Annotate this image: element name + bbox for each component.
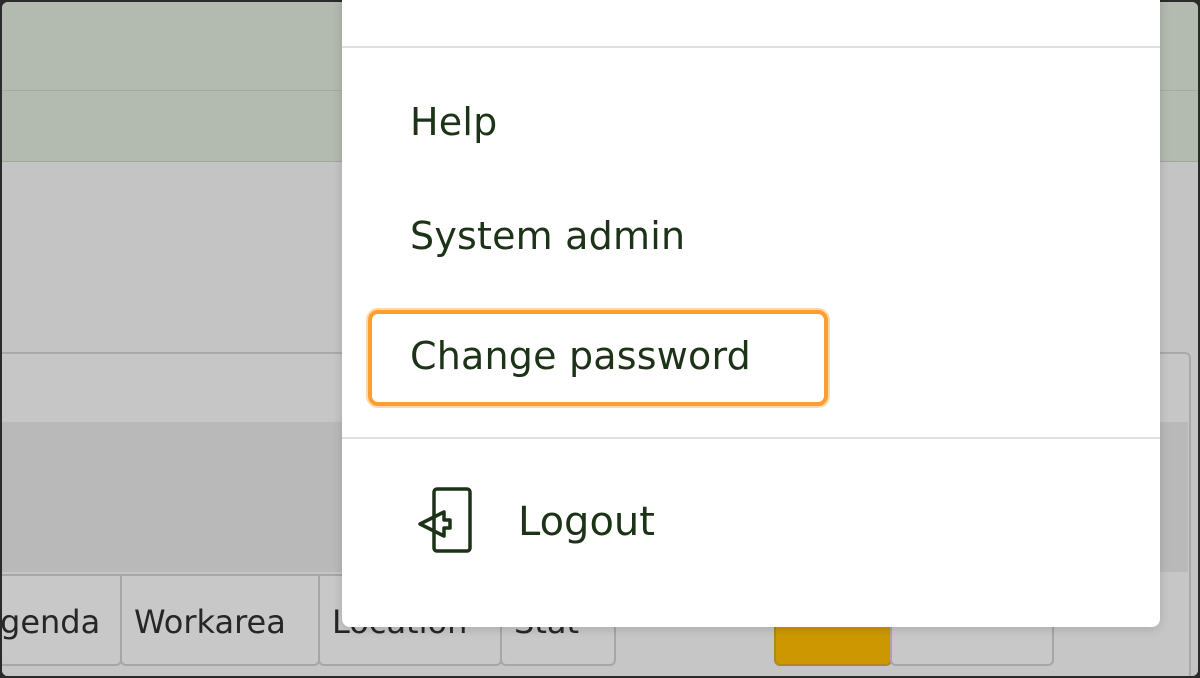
tab-agenda[interactable]: genda [2,574,122,666]
menu-divider-top [342,46,1160,48]
menu-item-help[interactable]: Help [410,100,497,144]
tab-workarea[interactable]: Workarea [120,574,320,666]
user-dropdown-menu: Help System admin Change password Logout [342,0,1160,627]
menu-item-system-admin[interactable]: System admin [410,214,685,258]
logout-icon [414,486,474,558]
menu-item-change-password[interactable]: Change password [410,334,751,378]
menu-item-logout[interactable]: Logout [414,486,655,558]
menu-divider-bottom [342,437,1160,439]
logout-label: Logout [518,499,655,545]
